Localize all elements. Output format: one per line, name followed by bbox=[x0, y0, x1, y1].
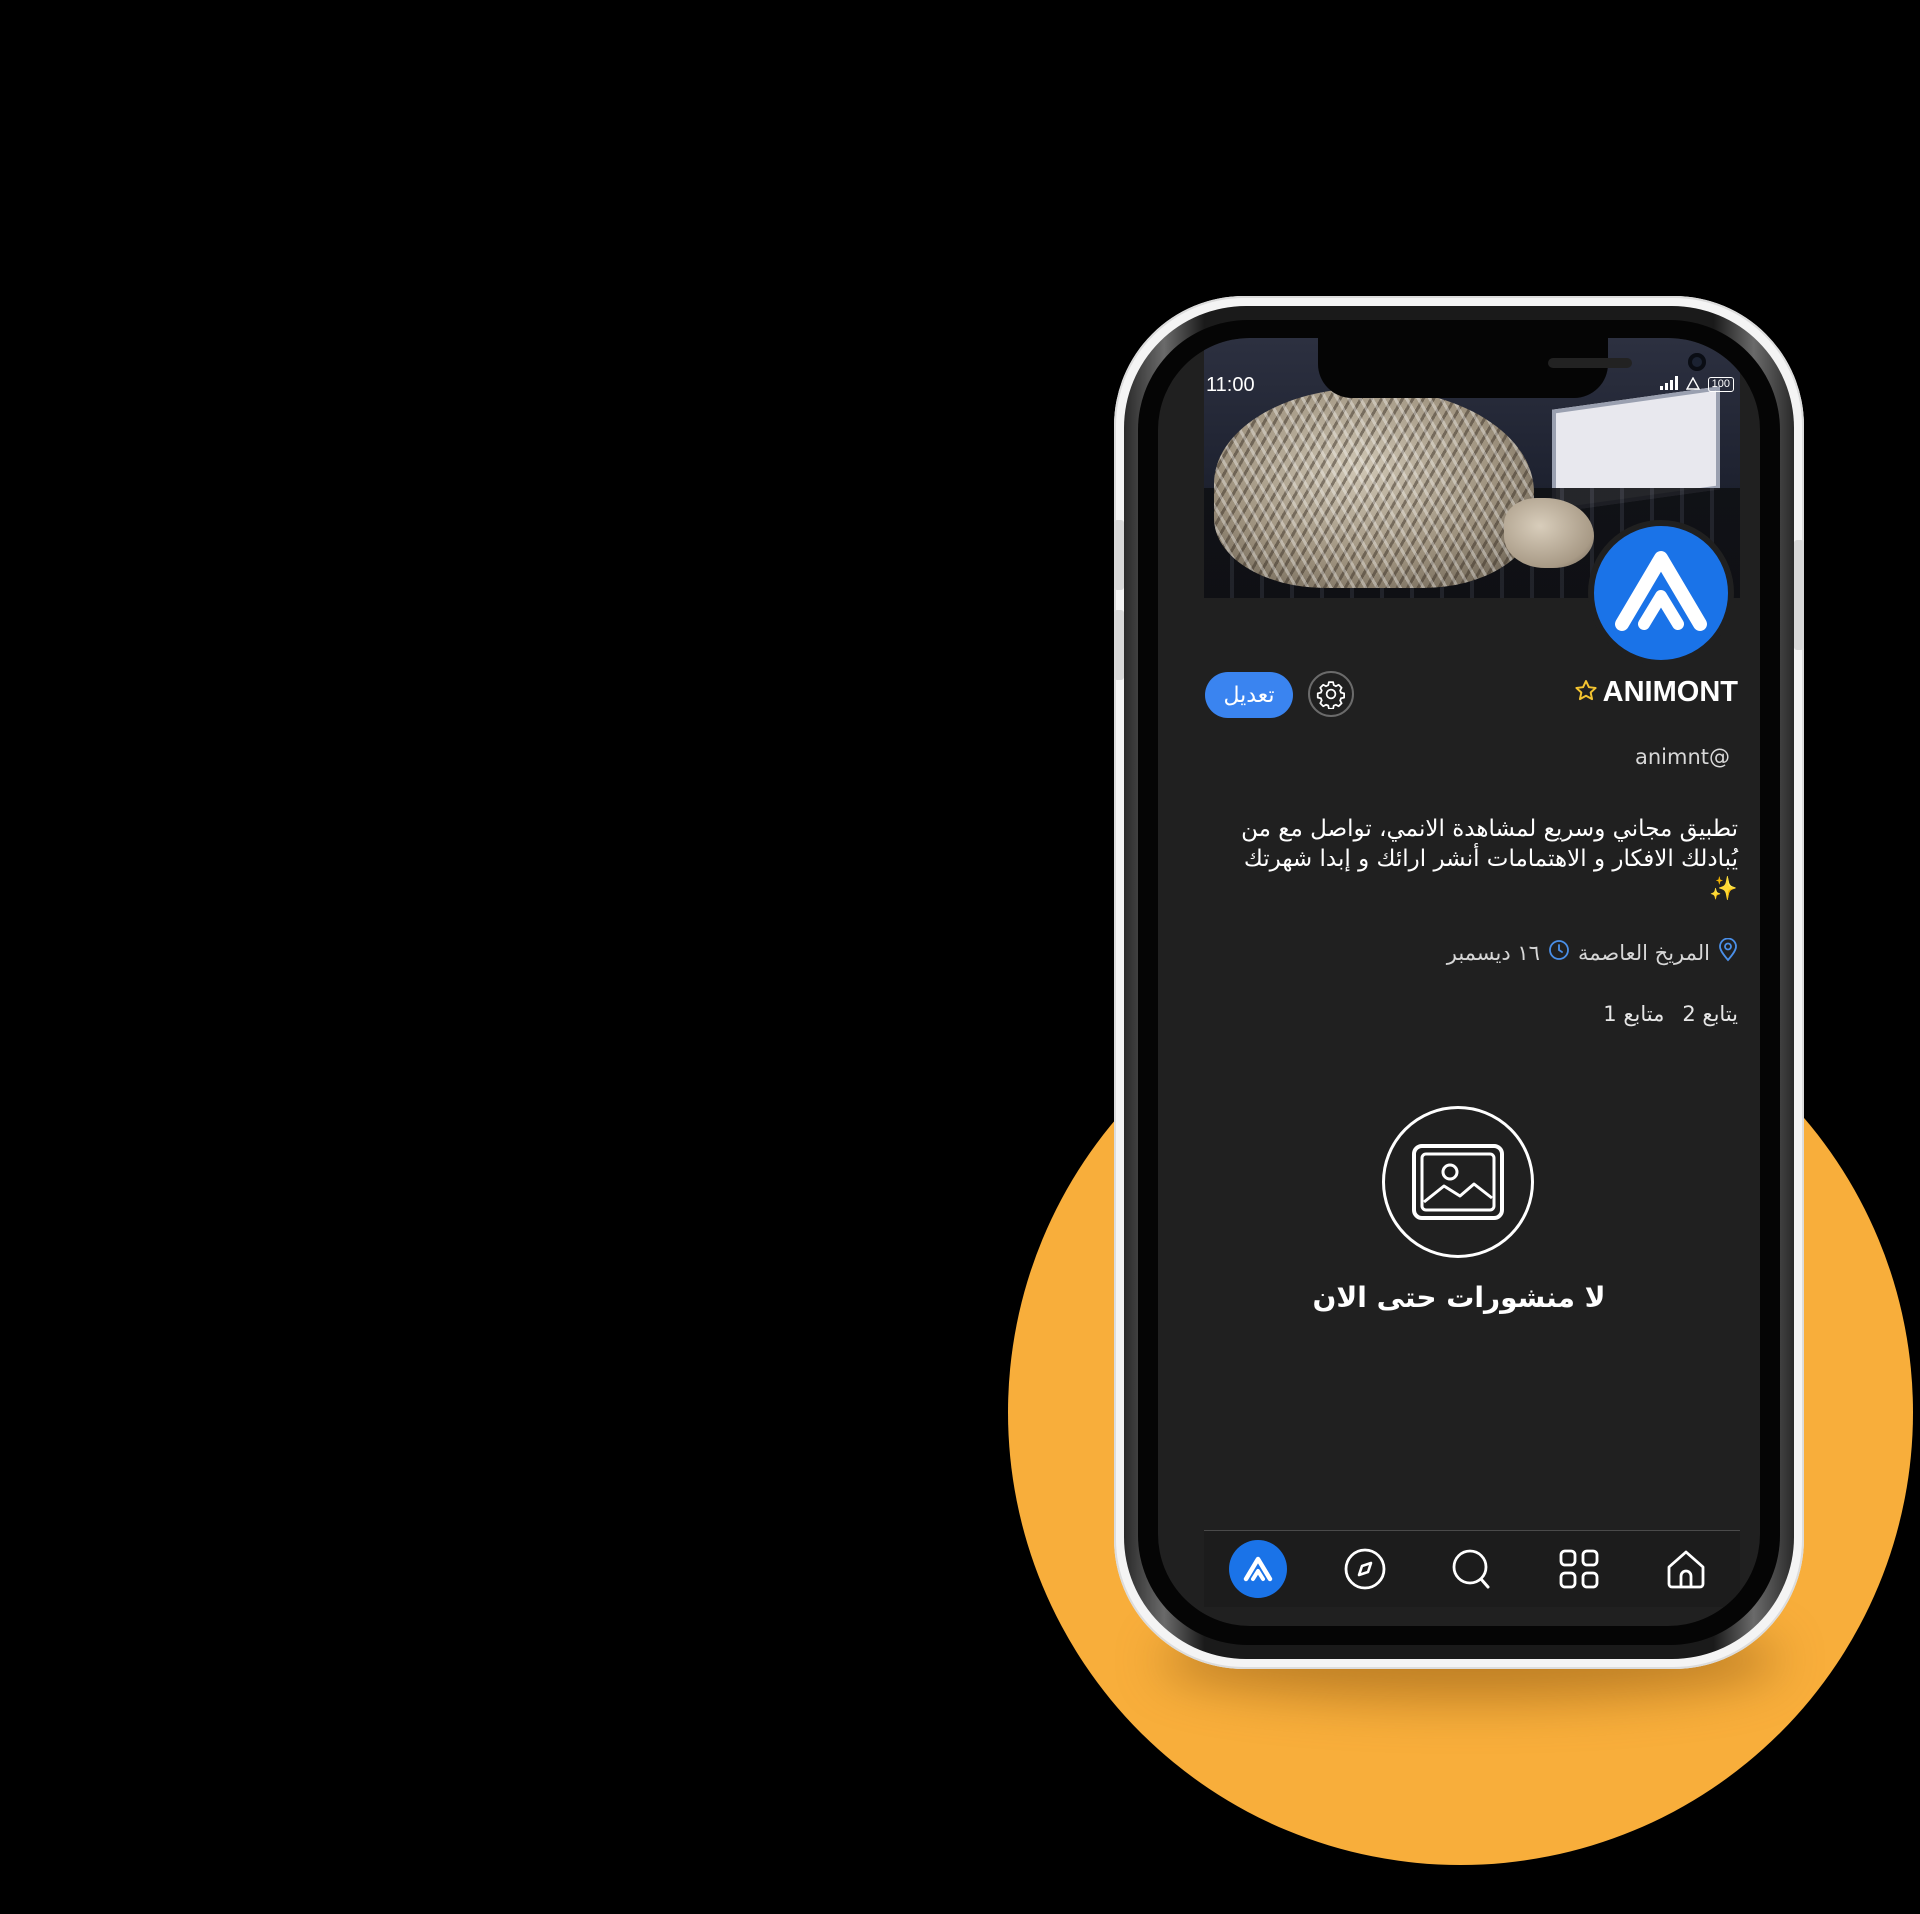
bottom-navigation bbox=[1204, 1530, 1740, 1607]
app-logo-icon bbox=[1615, 551, 1707, 631]
profile-joined-date: ١٦ ديسمبر bbox=[1446, 940, 1540, 965]
home-icon bbox=[1667, 1550, 1705, 1589]
phone-speaker bbox=[1548, 358, 1632, 368]
followers-stat[interactable]: متابع 1 bbox=[1603, 1002, 1664, 1026]
profile-meta: المريخ العاصمة ١٦ ديسمبر bbox=[1446, 937, 1738, 967]
clock-icon bbox=[1548, 939, 1570, 966]
profile-location: المريخ العاصمة bbox=[1577, 940, 1710, 965]
nav-home[interactable] bbox=[1656, 1539, 1716, 1599]
status-time: 11:00 bbox=[1206, 374, 1255, 396]
following-label: يتابع bbox=[1702, 1002, 1738, 1026]
battery-indicator: 100 bbox=[1707, 377, 1734, 392]
profile-name: ANIMONT bbox=[1602, 676, 1738, 708]
profile-bio: تطبيق مجاني وسريع لمشاهدة الانمي، تواصل … bbox=[1241, 816, 1738, 902]
profile-name-row: ANIMONT bbox=[1573, 676, 1738, 709]
phone-side-button bbox=[1794, 540, 1804, 650]
nav-profile[interactable] bbox=[1228, 1539, 1288, 1599]
followers-label: متابع bbox=[1623, 1002, 1665, 1026]
settings-button[interactable] bbox=[1308, 671, 1354, 717]
empty-posts-message: لا منشورات حتى الان bbox=[1312, 1281, 1606, 1314]
app-screen: 11:00 100 تعديل ANIMONT animnt@ تطبيق مج… bbox=[1158, 338, 1760, 1626]
search-icon bbox=[1452, 1549, 1490, 1589]
nav-search[interactable] bbox=[1442, 1539, 1502, 1599]
phone-side-button bbox=[1114, 520, 1124, 590]
star-icon bbox=[1573, 678, 1599, 708]
following-count: 2 bbox=[1682, 1002, 1696, 1026]
phone-side-button bbox=[1114, 610, 1124, 680]
nav-apps[interactable] bbox=[1549, 1539, 1609, 1599]
compass-icon bbox=[1344, 1548, 1386, 1590]
signal-icon bbox=[1659, 376, 1678, 393]
empty-posts-illustration bbox=[1382, 1106, 1534, 1258]
followers-count: 1 bbox=[1603, 1002, 1617, 1026]
location-icon bbox=[1718, 937, 1738, 967]
edit-profile-button[interactable]: تعديل bbox=[1205, 672, 1293, 718]
cover-hedgehog bbox=[1214, 388, 1534, 588]
gear-icon bbox=[1316, 681, 1345, 709]
phone-notch bbox=[1318, 338, 1706, 398]
grid-icon bbox=[1559, 1549, 1599, 1589]
profile-avatar[interactable] bbox=[1588, 520, 1734, 666]
alert-icon bbox=[1685, 376, 1700, 393]
image-icon bbox=[1412, 1144, 1504, 1220]
status-indicators: 100 bbox=[1659, 376, 1734, 393]
phone-camera bbox=[1688, 353, 1706, 371]
nav-explore[interactable] bbox=[1335, 1539, 1395, 1599]
profile-handle: animnt@ bbox=[1634, 745, 1730, 769]
follow-stats: يتابع 2 متابع 1 bbox=[1603, 1002, 1738, 1026]
profile-nav-icon bbox=[1228, 1540, 1287, 1598]
following-stat[interactable]: يتابع 2 bbox=[1682, 1002, 1738, 1026]
